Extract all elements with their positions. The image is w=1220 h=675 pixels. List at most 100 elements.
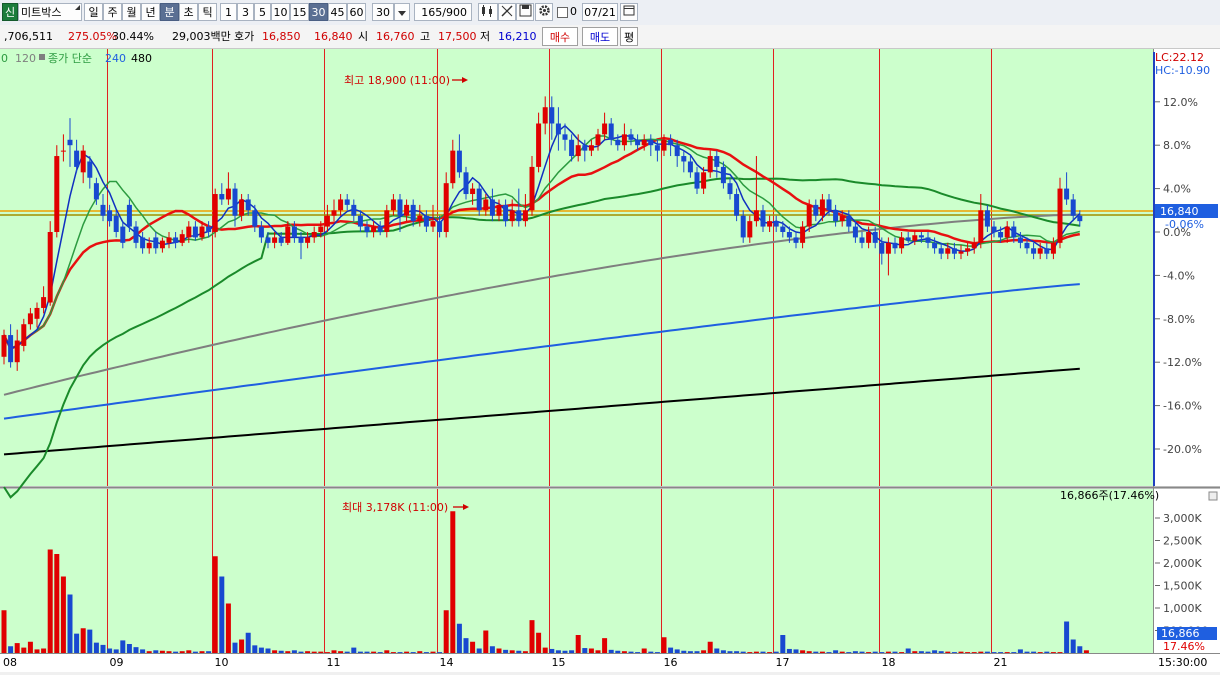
candle-body: [27, 313, 33, 325]
volume-bar: [463, 638, 469, 653]
legend-indicator: 종가 단순: [48, 52, 92, 65]
volume-bar: [569, 650, 575, 653]
period-button-year[interactable]: 년: [141, 3, 160, 21]
market-badge: 신: [2, 3, 18, 21]
stock-chart: 12.0%8.0%4.0%0.0%-4.0%-8.0%-12.0%-16.0%-…: [0, 49, 1220, 672]
interval-button-15[interactable]: 15: [290, 3, 309, 21]
candle-body: [714, 156, 720, 167]
candle-body: [489, 199, 495, 216]
volume-bar: [595, 650, 601, 653]
draw-tool-button[interactable]: [498, 3, 516, 21]
period-button-month[interactable]: 월: [122, 3, 141, 21]
volume-bar: [740, 651, 746, 653]
interval-button-30[interactable]: 30: [309, 3, 328, 21]
volume-bar: [338, 651, 344, 653]
candle-body: [390, 199, 396, 211]
volume-bar: [826, 652, 832, 653]
volume-bar: [536, 632, 542, 653]
interval-button-3[interactable]: 3: [237, 3, 254, 21]
candle-body: [470, 188, 476, 195]
volume-bar: [1031, 651, 1037, 653]
time-label-3: 11: [327, 656, 341, 669]
volume-bar: [674, 649, 680, 653]
volume-bar: [529, 620, 535, 653]
volume-bar: [1017, 649, 1023, 653]
candle-body: [918, 235, 924, 238]
save-button[interactable]: [516, 3, 534, 21]
current-volume-pct: 17.46%: [1163, 640, 1205, 653]
volume-bar: [74, 633, 80, 653]
price-max-annotation: 최고 18,900 (11:00): [344, 74, 450, 87]
candle-body: [727, 183, 733, 195]
volume-bar: [899, 652, 905, 653]
volume-bar: [87, 629, 93, 653]
period-button-day[interactable]: 일: [84, 3, 103, 21]
candle-body: [978, 210, 984, 243]
settings-button[interactable]: [535, 3, 553, 21]
chart-area: 12.0% 8.0% 4.0% 0.0% -4.0% -8.0% -12.0% -16.0% -…: [0, 49, 1220, 672]
option-checkbox[interactable]: [557, 7, 568, 18]
volume-bar: [965, 652, 971, 653]
candle-body: [173, 237, 179, 243]
volume-bar: [417, 651, 423, 653]
interval-button-5[interactable]: 5: [254, 3, 271, 21]
volume-tick-label-2: 2,000K: [1163, 557, 1202, 570]
volume-bar: [1083, 650, 1089, 653]
volume-bar: [800, 650, 806, 653]
volume-bar: [245, 632, 251, 653]
volume-bar: [879, 652, 885, 653]
dropdown-corner-icon[interactable]: [75, 5, 80, 10]
interval-select[interactable]: 30: [372, 3, 394, 21]
price-tick-label-1: 8.0%: [1163, 139, 1191, 152]
eval-button[interactable]: 평: [620, 27, 638, 46]
volume-bar: [1057, 652, 1063, 653]
volume-bar: [760, 651, 766, 653]
count-field[interactable]: 165/900: [414, 3, 472, 21]
candle-body: [67, 139, 73, 146]
candle-body: [318, 226, 324, 232]
volume-bar: [932, 650, 938, 653]
sell-button[interactable]: 매도: [582, 27, 618, 46]
volume-bar: [1064, 621, 1070, 653]
date-field[interactable]: 07/21: [582, 3, 618, 21]
volume-bar: [239, 639, 245, 653]
quote-volume: ,706,511: [4, 30, 53, 43]
candle-body: [984, 210, 990, 227]
period-button-week[interactable]: 주: [103, 3, 122, 21]
quote-open: 16,760: [376, 30, 415, 43]
interval-button-60[interactable]: 60: [347, 3, 366, 21]
buy-button[interactable]: 매수: [542, 27, 578, 46]
volume-bar: [991, 652, 997, 653]
candle-body: [753, 210, 759, 222]
chart-toolbar: 신 미트박스 일주월년분초틱 1 3 5 10 15 30 45 60 30 165/900 …: [0, 0, 1220, 26]
time-axis-background: [0, 653, 1220, 672]
volume-bar: [866, 652, 872, 653]
volume-bar: [192, 651, 198, 653]
volume-bar: [522, 651, 528, 653]
candle-body: [674, 145, 680, 157]
candle-body: [166, 237, 172, 243]
candle-body: [186, 226, 192, 238]
candle-type-button[interactable]: [478, 3, 498, 21]
stock-name-field[interactable]: 미트박스: [18, 3, 82, 21]
interval-button-10[interactable]: 10: [271, 3, 290, 21]
period-button-tick[interactable]: 틱: [198, 3, 217, 21]
interval-button-1[interactable]: 1: [220, 3, 237, 21]
interval-button-45[interactable]: 45: [328, 3, 347, 21]
period-button-second[interactable]: 초: [179, 3, 198, 21]
interval-dropdown-button[interactable]: [394, 3, 410, 21]
period-button-minute[interactable]: 분: [160, 3, 179, 21]
candle-body: [740, 215, 746, 238]
candle-body: [179, 234, 185, 243]
candle-body: [423, 215, 429, 227]
candle-body: [34, 307, 40, 319]
candle-body: [100, 204, 106, 216]
calendar-button[interactable]: [620, 3, 638, 21]
candle-body: [159, 240, 165, 249]
volume-bar: [1044, 651, 1050, 653]
candle-body: [773, 221, 779, 227]
volume-bar: [67, 594, 73, 653]
candle-body: [516, 210, 522, 222]
candle-body: [833, 210, 839, 222]
volume-panel-toggle[interactable]: [1208, 491, 1218, 501]
